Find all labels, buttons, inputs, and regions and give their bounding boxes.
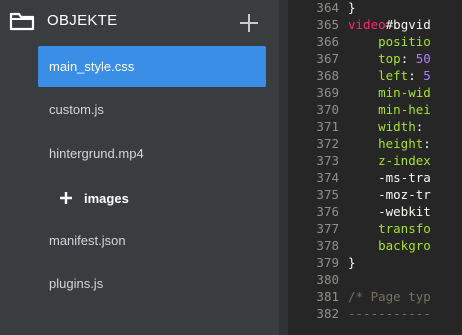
line-number: 371 [316,119,339,134]
code-token: width [348,119,416,134]
sidebar-header: OBJEKTE [0,0,279,44]
line-number: 365 [316,17,339,32]
line-number: 373 [316,153,339,168]
code-token: top [348,51,401,66]
line-number: 381 [316,289,339,304]
line-number: 364 [316,0,339,15]
file-label: manifest.json [49,233,126,248]
line-code: ----------- [348,305,431,322]
line-number: 374 [316,170,339,185]
line-number: 379 [316,255,339,270]
line-number: 378 [316,238,339,253]
line-code: } [348,254,356,271]
file-label: plugins.js [49,276,104,291]
file-item-plugins-js[interactable]: plugins.js [38,263,266,304]
file-item-manifest-json[interactable]: manifest.json [38,220,266,261]
code-token: } [348,0,356,15]
code-token: video [348,17,386,32]
line-code: video#bgvid [348,16,431,33]
sidebar-title: OBJEKTE [47,12,118,29]
code-token: : [423,136,431,151]
code-token: min-hei [348,102,431,117]
line-code: height: [348,135,431,152]
folder-icon [9,12,35,31]
line-code: left: 5 [348,67,431,84]
code-token: ----------- [348,306,431,321]
code-token: /* Page typ [348,289,431,304]
line-code: backgro [348,237,431,254]
code-editor[interactable]: 364} 365 video#bgvid 366 positio 367 top: 50… [288,0,462,335]
panel-divider[interactable] [279,0,288,335]
line-number: 380 [316,272,339,287]
file-item-custom-js[interactable]: custom.js [38,89,266,130]
line-code: transfo [348,220,431,237]
code-token: positio [348,34,431,49]
line-number: 376 [316,204,339,219]
code-token: -webkit [348,204,431,219]
folder-label: images [84,190,129,206]
file-sidebar: OBJEKTE main_style.css custom.js hinterg… [0,0,279,335]
plus-icon [60,192,72,204]
line-number: 367 [316,51,339,66]
line-code: width: [348,118,423,135]
code-token: left [348,68,409,83]
line-number: 375 [316,187,339,202]
line-number: 377 [316,221,339,236]
line-code: min-hei [348,101,431,118]
line-code: /* Page typ [348,288,431,305]
line-code: min-wid [348,84,431,101]
line-number: 369 [316,85,339,100]
line-code: top: 50 [348,50,431,67]
folder-item-images[interactable]: images [58,186,129,210]
file-label: custom.js [49,102,104,117]
line-code: positio [348,33,431,50]
code-token: transfo [348,221,431,236]
line-code: -moz-tr [348,186,431,203]
code-token: 50 [415,51,431,66]
code-token: : [415,119,424,134]
file-label: hintergrund.mp4 [49,146,144,161]
code-token: #bgvid [385,17,431,32]
line-number: 372 [316,136,339,151]
code-token: 5 [423,68,431,83]
line-number: 368 [316,68,339,83]
code-token: height [348,136,424,151]
add-file-icon[interactable] [238,12,260,34]
code-token: : [408,68,424,83]
line-code: -ms-tra [348,169,431,186]
code-token: min-wid [348,85,431,100]
line-code: -webkit [348,203,431,220]
code-token: -ms-tra [348,170,431,185]
line-number: 370 [316,102,339,117]
line-code: } [348,0,356,16]
code-token: : [400,51,416,66]
code-token: -moz-tr [348,187,431,202]
file-item-main-style-css[interactable]: main_style.css [38,46,266,87]
file-item-hintergrund-mp4[interactable]: hintergrund.mp4 [38,133,266,174]
file-label: main_style.css [49,59,135,74]
line-number: 382 [316,306,339,321]
line-number: 366 [316,34,339,49]
code-token: backgro [348,238,431,253]
code-token: z-index [348,153,431,168]
line-code: z-index [348,152,431,169]
code-token: } [348,255,356,270]
